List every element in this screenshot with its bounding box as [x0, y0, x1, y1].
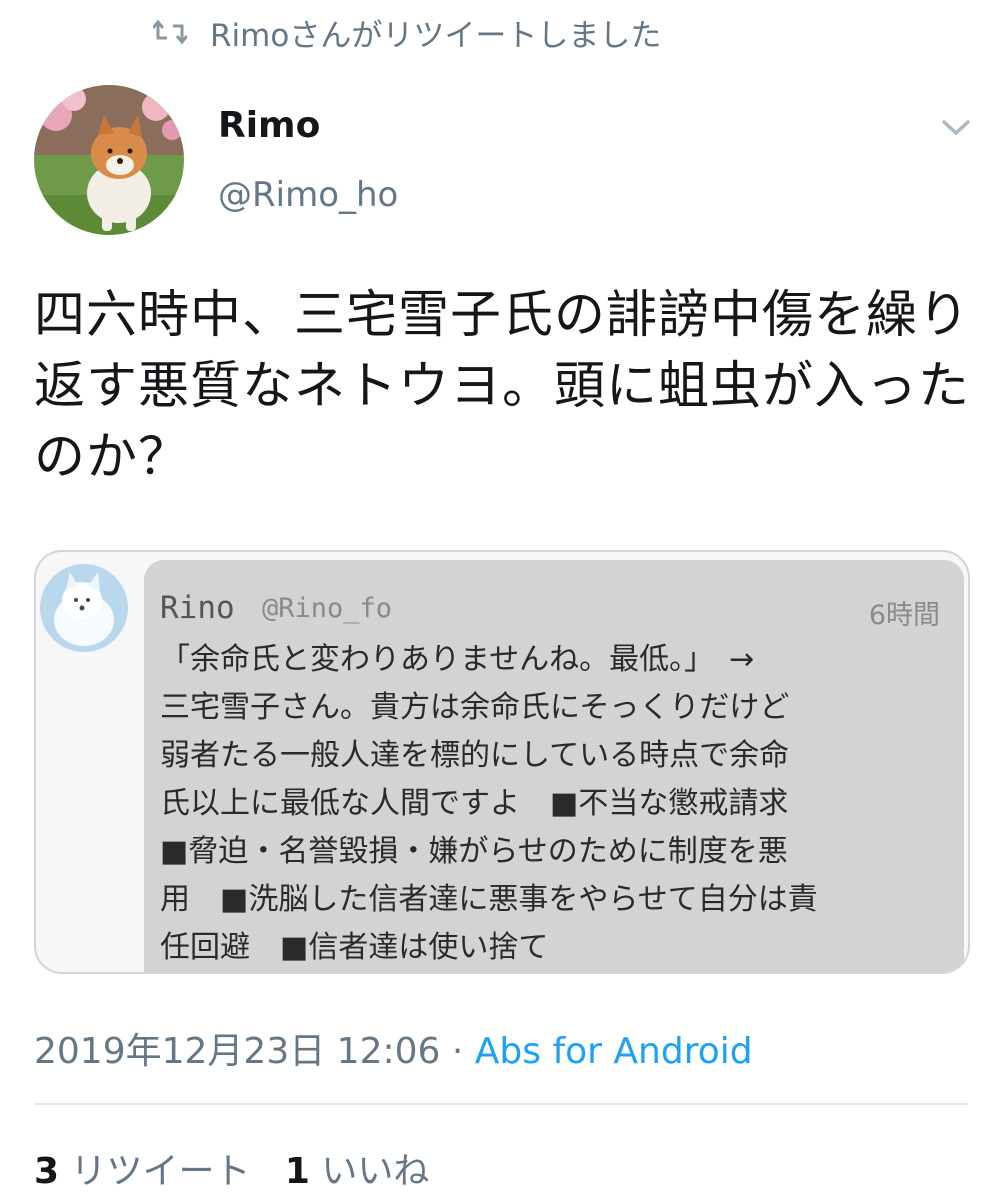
- retweet-banner[interactable]: Rimoさんがリツイートしました: [148, 10, 661, 54]
- quoted-author-name: Rino: [160, 590, 235, 626]
- author-handle[interactable]: @Rimo_ho: [218, 175, 398, 215]
- retweet-icon: [148, 10, 192, 54]
- like-stat[interactable]: 1 いいね: [285, 1151, 430, 1192]
- retweet-count: 3: [34, 1151, 60, 1192]
- retweet-stat[interactable]: 3 リツイート: [34, 1151, 251, 1192]
- tweet-metadata: 2019年12月23日 12:06 · Abs for Android: [34, 1022, 753, 1074]
- quoted-tweet-screenshot: Rino @Rino_fo 6時間 「余命氏と変わりありませんね。最低。」 → …: [144, 560, 964, 974]
- like-label: いいね: [321, 1151, 430, 1192]
- quoted-media-preview: [160, 972, 640, 974]
- timestamp[interactable]: 2019年12月23日 12:06: [34, 1031, 440, 1072]
- avatar[interactable]: [34, 85, 184, 235]
- chevron-down-icon[interactable]: [936, 110, 976, 146]
- tweet-text: 四六時中、三宅雪子氏の誹謗中傷を繰り返す悪質なネトウヨ。頭に蛆虫が入ったのか？: [34, 286, 971, 487]
- retweet-banner-text: Rimoさんがリツイートしました: [210, 17, 662, 54]
- divider: [34, 1103, 968, 1105]
- author-name[interactable]: Rimo: [218, 105, 320, 146]
- retweet-label: リツイート: [70, 1151, 251, 1192]
- quoted-tweet-card[interactable]: Rino @Rino_fo 6時間 「余命氏と変わりありませんね。最低。」 → …: [34, 550, 970, 974]
- via-client-link[interactable]: Abs for Android: [475, 1031, 753, 1072]
- quoted-time: 6時間: [868, 600, 940, 631]
- separator-dot: ·: [451, 1031, 464, 1072]
- quoted-avatar: [40, 564, 128, 652]
- like-count: 1: [284, 1151, 310, 1192]
- quoted-tweet-text: 「余命氏と変わりありませんね。最低。」 → 三宅雪子さん。貴方は余命氏にそっくり…: [160, 642, 818, 965]
- quoted-author-handle: @Rino_fo: [262, 593, 393, 624]
- engagement-stats: 3 リツイート 1 いいね: [34, 1142, 429, 1194]
